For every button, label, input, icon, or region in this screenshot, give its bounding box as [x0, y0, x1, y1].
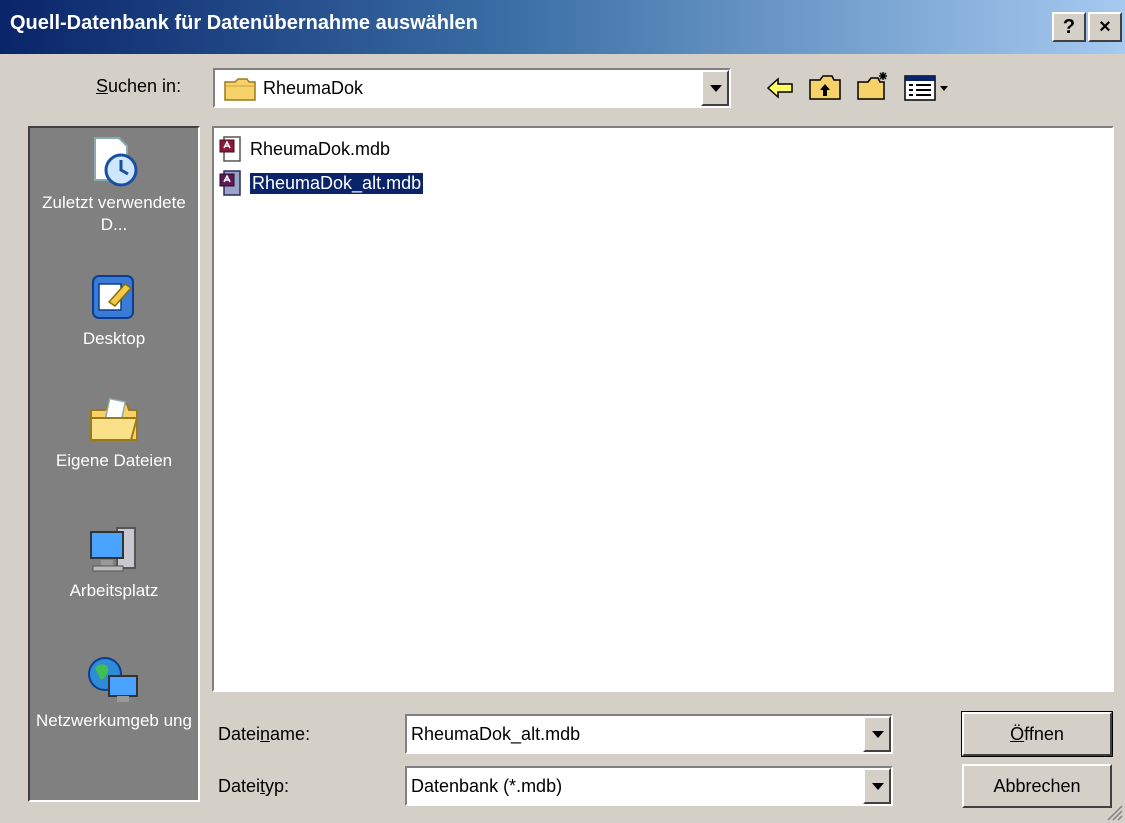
filename-input[interactable]: RheumaDok_alt.mdb	[411, 724, 580, 745]
file-list[interactable]: RheumaDok.mdb RheumaDok_alt.mdb	[212, 126, 1114, 692]
filetype-label: Dateityp:	[218, 776, 290, 796]
cancel-button[interactable]: Abbrechen	[962, 764, 1112, 808]
filename-label: Dateiname:	[218, 724, 311, 744]
place-label: Desktop	[82, 329, 146, 348]
window-title: Quell-Datenbank für Datenübernahme auswä…	[10, 12, 478, 34]
filetype-dropdown-button[interactable]	[863, 768, 891, 804]
network-icon	[88, 657, 138, 702]
lookin-dropdown-button[interactable]	[701, 70, 729, 106]
lookin-label: Suchen in:	[96, 76, 182, 96]
up-folder-icon[interactable]	[808, 72, 842, 102]
filetype-value: Datenbank (*.mdb)	[411, 776, 563, 796]
lookin-value: RheumaDok	[263, 78, 364, 98]
my-documents-icon	[90, 397, 139, 441]
place-network[interactable]: Netzwerkumgeb ung	[30, 654, 198, 732]
access-database-icon	[219, 170, 241, 196]
place-recent[interactable]: Zuletzt verwendete D...	[30, 136, 198, 236]
file-name: RheumaDok_alt.mdb	[248, 171, 425, 195]
place-label: Zuletzt verwendete D...	[42, 193, 186, 234]
back-arrow-icon[interactable]	[766, 76, 794, 100]
recent-documents-icon	[94, 137, 138, 187]
access-database-icon	[219, 136, 241, 162]
close-button[interactable]: ×	[1088, 12, 1122, 42]
folder-icon	[224, 78, 256, 101]
help-button[interactable]: ?	[1052, 12, 1086, 42]
filename-dropdown-button[interactable]	[863, 716, 891, 752]
place-my-computer[interactable]: Arbeitsplatz	[30, 524, 198, 602]
desktop-icon	[92, 275, 134, 319]
places-bar: Zuletzt verwendete D... Desktop Eigene D…	[28, 126, 200, 802]
place-my-documents[interactable]: Eigene Dateien	[30, 394, 198, 472]
filetype-combo[interactable]: Datenbank (*.mdb)	[405, 766, 893, 806]
filename-combo[interactable]: RheumaDok_alt.mdb	[405, 714, 893, 754]
view-menu-icon[interactable]	[904, 74, 950, 102]
place-label: Arbeitsplatz	[69, 581, 159, 600]
file-name: RheumaDok.mdb	[250, 138, 391, 159]
list-item[interactable]: RheumaDok_alt.mdb	[218, 168, 425, 198]
title-bar[interactable]: Quell-Datenbank für Datenübernahme auswä…	[0, 0, 1125, 54]
new-folder-icon[interactable]	[856, 70, 890, 102]
place-label: Netzwerkumgeb ung	[36, 711, 192, 730]
lookin-combo[interactable]: RheumaDok	[213, 68, 731, 108]
my-computer-icon	[90, 527, 136, 572]
place-label: Eigene Dateien	[55, 451, 173, 470]
resize-grip-icon[interactable]	[1105, 803, 1123, 821]
list-item[interactable]: RheumaDok.mdb	[218, 134, 390, 164]
open-button[interactable]: Öffnen	[961, 711, 1113, 757]
place-desktop[interactable]: Desktop	[30, 272, 198, 350]
